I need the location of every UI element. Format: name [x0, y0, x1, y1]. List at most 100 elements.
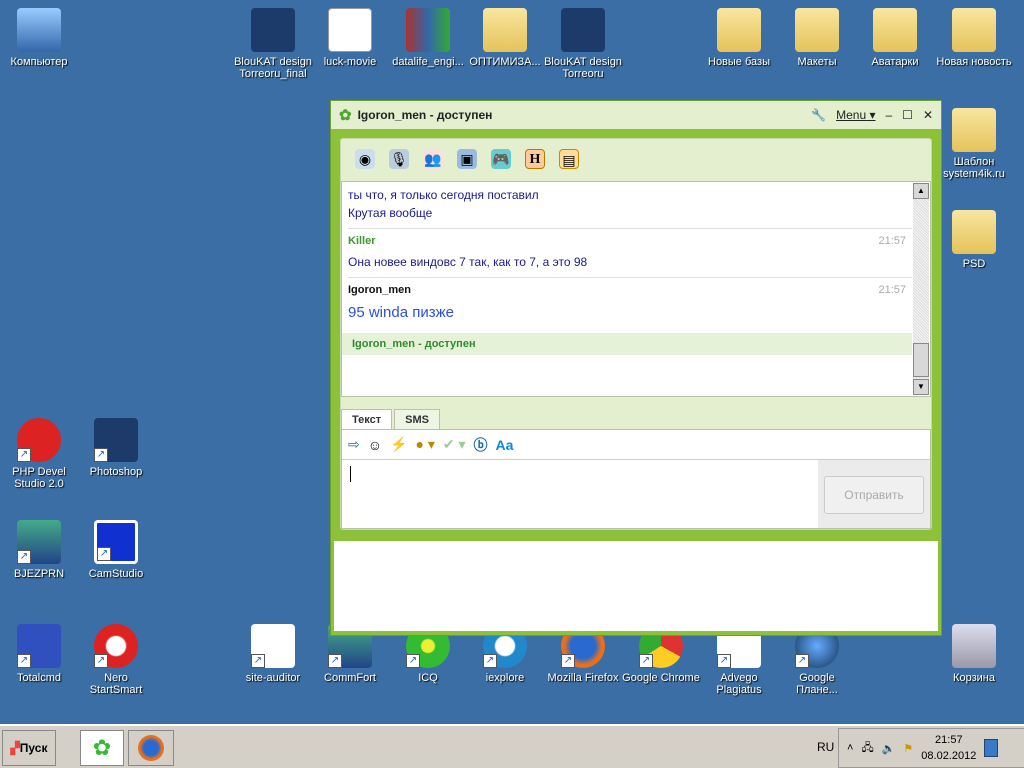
- shortcut-arrow-icon: ↗: [328, 654, 342, 668]
- clock[interactable]: 21:57 08.02.2012: [921, 732, 976, 764]
- desktop-icon-label: Advego Plagiatus: [716, 672, 762, 696]
- message-text: 95 winda пизже: [348, 304, 454, 321]
- menu-button[interactable]: Menu ▾: [836, 108, 875, 122]
- windows-logo-icon: ▞: [10, 741, 20, 755]
- cursor-icon: ↗: [251, 624, 295, 668]
- wrench-icon[interactable]: 🔧: [811, 108, 826, 122]
- desktop-icon[interactable]: ↗ site-auditor: [234, 624, 312, 684]
- input-tabs: Текст SMS: [341, 409, 440, 430]
- desktop-icon[interactable]: Макеты: [778, 8, 856, 68]
- volume-icon[interactable]: 🔈: [882, 742, 896, 755]
- shortcut-arrow-icon: ↗: [17, 550, 31, 564]
- desktop-icon-label: datalife_engi...: [392, 56, 464, 68]
- close-button[interactable]: ✕: [923, 108, 933, 122]
- desktop-icon[interactable]: ↗ Nero StartSmart: [77, 624, 155, 696]
- desktop-icon-label: Шаблон system4ik.ru: [943, 156, 1005, 180]
- desktop-icon[interactable]: ↗ CamStudio: [77, 520, 155, 580]
- ps-icon: ↗: [94, 418, 138, 462]
- desktop-icon[interactable]: ↗ BJEZPRN: [0, 520, 78, 580]
- smiley-icon[interactable]: ☺: [368, 437, 382, 453]
- shortcut-arrow-icon: ↗: [561, 654, 575, 668]
- doc-icon: [328, 8, 372, 52]
- desktop-icon[interactable]: Аватарки: [856, 8, 934, 68]
- bold-icon[interactable]: ⓑ: [474, 435, 488, 455]
- desktop-icon-label: Компьютер: [10, 56, 68, 68]
- maximize-button[interactable]: ☐: [902, 108, 913, 122]
- desktop-icon-label: ОПТИМИЗА...: [469, 56, 541, 68]
- shortcut-arrow-icon: ↗: [795, 654, 809, 668]
- scroll-up-button[interactable]: ▲: [913, 183, 929, 199]
- show-hidden-icon[interactable]: ˄: [847, 742, 853, 754]
- folder-icon: [952, 108, 996, 152]
- shortcut-arrow-icon: ↗: [639, 654, 653, 668]
- pictures-icon[interactable]: ▣: [457, 149, 477, 169]
- microphone-icon[interactable]: 🎙: [389, 149, 409, 169]
- spellcheck-icon[interactable]: ✔ ▾: [443, 436, 466, 453]
- desktop-icon[interactable]: Компьютер: [0, 8, 78, 68]
- send-file-icon[interactable]: ⇨: [348, 436, 360, 453]
- desktop-icon-label: Totalcmd: [16, 672, 62, 684]
- scroll-down-button[interactable]: ▼: [913, 379, 929, 395]
- desktop-icon[interactable]: ↗ PHP Devel Studio 2.0: [0, 418, 78, 490]
- message-sender: Igoron_men: [348, 284, 411, 296]
- desktop-icon[interactable]: BlouKAT design Torreoru: [544, 8, 622, 80]
- desktop-icon[interactable]: BlouKAT design Torreoru_final: [234, 8, 312, 80]
- message-input[interactable]: [350, 466, 351, 482]
- show-desktop-button[interactable]: [984, 739, 999, 757]
- desktop-icon[interactable]: datalife_engi...: [389, 8, 467, 68]
- desktop-icon-label: Аватарки: [871, 56, 919, 68]
- shortcut-arrow-icon: ↗: [17, 654, 31, 668]
- format-toolbar: ⇨ ☺ ⚡ ● ▾ ✔ ▾ ⓑ Aa: [342, 430, 930, 460]
- taskbar-firefox[interactable]: [128, 730, 174, 766]
- animation-icon[interactable]: ● ▾: [415, 436, 434, 453]
- contacts-icon[interactable]: 👥: [423, 149, 443, 169]
- clock-date: 08.02.2012: [921, 750, 977, 762]
- font-icon[interactable]: Aa: [496, 437, 514, 453]
- message-input-area: ⇨ ☺ ⚡ ● ▾ ✔ ▾ ⓑ Aa Отправить: [341, 429, 931, 529]
- user-card-icon[interactable]: ▤: [559, 149, 579, 169]
- desktop-icon[interactable]: Новые базы: [700, 8, 778, 68]
- desktop-icon-label: Nero StartSmart: [89, 672, 143, 696]
- tab-text[interactable]: Текст: [341, 409, 393, 430]
- lightning-icon[interactable]: ⚡: [390, 436, 407, 453]
- desktop-icon-label: Google Chrome: [622, 672, 700, 684]
- webcam-icon[interactable]: ◉: [355, 149, 375, 169]
- desktop-icon-label: site-auditor: [245, 672, 301, 684]
- tab-sms[interactable]: SMS: [394, 409, 440, 430]
- app-icon: ↗: [17, 520, 61, 564]
- message: ты что, я только сегодня поставил Крутая…: [348, 182, 912, 229]
- desktop-icon-label: Новая новость: [936, 56, 1012, 68]
- history-icon[interactable]: H: [525, 149, 545, 169]
- desktop-icon[interactable]: Новая новость: [935, 8, 1013, 68]
- clock-time: 21:57: [935, 734, 963, 746]
- desktop-icon[interactable]: ОПТИМИЗА...: [466, 8, 544, 68]
- message-text: Крутая вообще: [348, 206, 433, 220]
- desktop-icon[interactable]: ↗ Photoshop: [77, 418, 155, 478]
- folder-icon: [952, 210, 996, 254]
- scroll-thumb[interactable]: [913, 343, 929, 377]
- desktop-icon[interactable]: Шаблон system4ik.ru: [935, 108, 1013, 180]
- taskbar-icq[interactable]: ✿: [80, 730, 124, 766]
- desktop-icon[interactable]: Корзина: [935, 624, 1013, 684]
- send-button[interactable]: Отправить: [824, 476, 924, 514]
- desktop-icon-label: PSD: [962, 258, 986, 270]
- desktop-icon[interactable]: ↗ Totalcmd: [0, 624, 78, 684]
- desktop-icon[interactable]: PSD: [935, 210, 1013, 270]
- scrollbar[interactable]: ▲ ▼: [913, 183, 929, 395]
- start-button[interactable]: ▞ Пуск: [2, 730, 56, 766]
- language-indicator[interactable]: RU: [817, 740, 834, 754]
- network-icon[interactable]: 🖧: [861, 739, 873, 758]
- title-bar[interactable]: ✿ Igoron_men - доступен 🔧 Menu ▾ – ☐ ✕: [331, 101, 941, 129]
- desktop-icon-label: BJEZPRN: [13, 568, 65, 580]
- desktop-icon-label: BlouKAT design Torreoru: [544, 56, 622, 80]
- desktop-icon-label: Mozilla Firefox: [547, 672, 619, 684]
- folder-icon: [717, 8, 761, 52]
- action-center-icon[interactable]: ⚑: [903, 742, 913, 755]
- desktop-icon-label: Google Плане...: [796, 672, 838, 696]
- gamepad-icon[interactable]: 🎮: [491, 149, 511, 169]
- desktop-icon[interactable]: luck-movie: [311, 8, 389, 68]
- folder-icon: [952, 8, 996, 52]
- firefox-icon: [138, 735, 164, 761]
- minimize-button[interactable]: –: [885, 108, 892, 122]
- psd-icon: [561, 8, 605, 52]
